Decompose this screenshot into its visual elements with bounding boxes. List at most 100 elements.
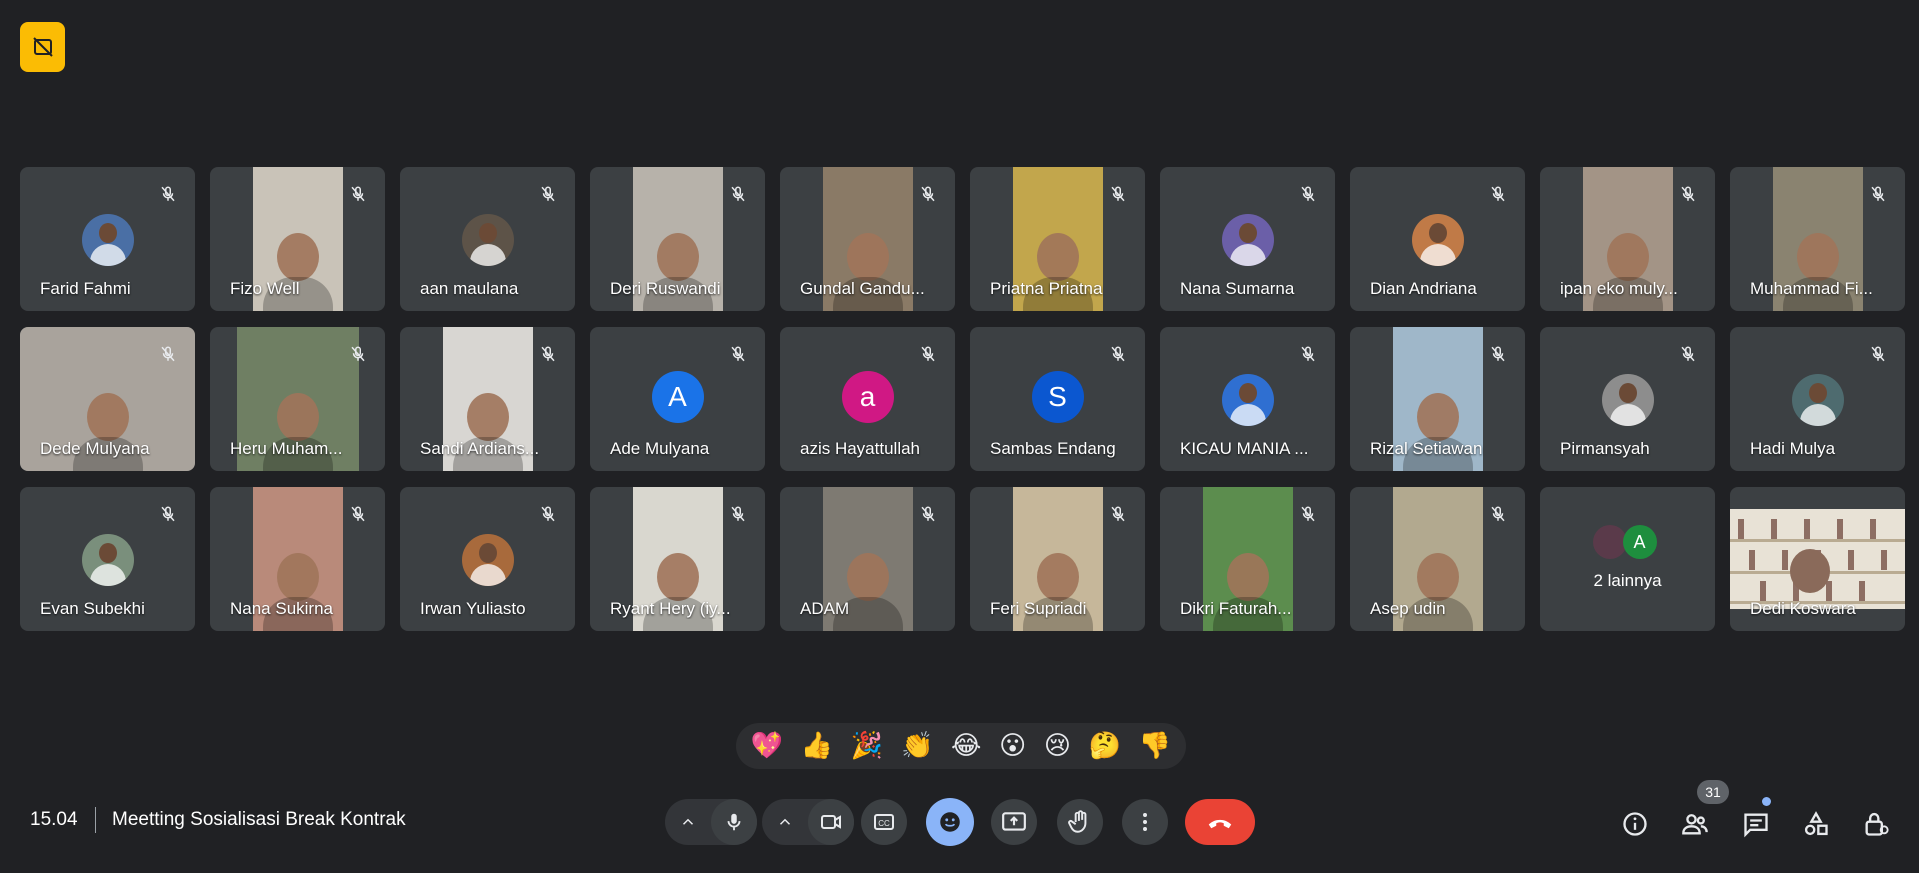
participant-tile[interactable]: Evan Subekhi [20,487,195,631]
participant-tile[interactable]: Asep udin [1350,487,1525,631]
more-options-icon [1143,813,1147,831]
reaction-button[interactable]: 🎉 [851,733,883,759]
reaction-button[interactable]: 👍 [801,733,833,759]
participant-tile[interactable]: Farid Fahmi [20,167,195,311]
mic-off-icon [729,505,747,523]
participant-name: Gundal Gandu... [800,279,925,298]
participant-tile[interactable]: Dian Andriana [1350,167,1525,311]
more-options-button[interactable] [1122,799,1168,845]
emoji-button[interactable] [926,798,974,846]
mic-off-icon [1679,345,1697,363]
camera-options-button[interactable] [762,799,808,845]
people-icon [1682,814,1708,835]
participant-tile[interactable]: A Ade Mulyana [590,327,765,471]
participant-tile[interactable]: Feri Supriadi [970,487,1145,631]
participant-tile[interactable]: aan maulana [400,167,575,311]
avatar [81,214,134,266]
participant-tile[interactable]: Nana Sukirna [210,487,385,631]
participant-tile[interactable]: Dede Mulyana [20,327,195,471]
avatar: A [1622,525,1657,559]
participant-name: azis Hayattullah [800,439,921,458]
mic-off-icon [729,345,747,363]
reaction-button[interactable]: 👏 [901,733,933,759]
participant-tile[interactable]: Muhammad Fi... [1730,167,1905,311]
participant-tile[interactable]: Dedi Koswara [1730,487,1905,631]
avatar [461,214,514,266]
video-feed [1730,509,1905,609]
reaction-button[interactable]: 😢 [1044,733,1071,759]
meeting-clock: 15.04 [30,809,78,830]
participant-tile[interactable]: Nana Sumarna [1160,167,1335,311]
reaction-button[interactable]: 😂 [951,733,981,759]
avatar [1791,374,1844,426]
participant-tile[interactable]: ipan eko muly... [1540,167,1715,311]
participant-tile[interactable]: Priatna Priatna [970,167,1145,311]
participant-name: Dedi Koswara [1750,599,1856,618]
raise-hand-button[interactable] [1057,799,1103,845]
participant-tile[interactable]: S Sambas Endang [970,327,1145,471]
participant-name: Pirmansyah [1560,439,1650,458]
mic-off-icon [539,185,557,203]
mic-button[interactable] [711,799,757,845]
reaction-button[interactable]: 👎 [1139,733,1171,759]
mic-icon [727,813,741,831]
participant-name: Dede Mulyana [40,439,150,458]
avatar [1221,214,1274,266]
participant-name: Farid Fahmi [40,279,131,298]
avatar [1601,374,1654,426]
avatar: a [841,371,894,423]
mic-options-button[interactable] [665,799,711,845]
meeting-title: Meetting Sosialisasi Break Kontrak [112,809,406,830]
reaction-button[interactable]: 🤔 [1089,733,1121,759]
camera-icon [821,815,841,829]
reaction-button[interactable]: 💖 [751,733,783,759]
participant-tile[interactable]: ADAM [780,487,955,631]
chat-icon [1744,813,1768,838]
activities-button[interactable] [1802,810,1830,838]
participant-name: Evan Subekhi [40,599,145,618]
host-controls-button[interactable] [1862,810,1890,838]
people-button[interactable] [1681,810,1709,838]
mic-off-icon [1679,185,1697,203]
present-screen-button[interactable] [991,799,1037,845]
participant-tile[interactable]: Irwan Yuliasto [400,487,575,631]
participant-tile[interactable]: Heru Muham... [210,327,385,471]
avatar: A [651,371,704,423]
participant-tile[interactable]: Sandi Ardians... [400,327,575,471]
participant-tile[interactable]: Dikri Faturah... [1160,487,1335,631]
mic-off-icon [1869,185,1887,203]
participant-tile[interactable]: a azis Hayattullah [780,327,955,471]
avatar [461,534,514,586]
participant-tile[interactable]: Fizo Well [210,167,385,311]
camera-button[interactable] [808,799,854,845]
participant-name: KICAU MANIA ... [1180,439,1309,458]
participant-tile[interactable]: Gundal Gandu... [780,167,955,311]
present-screen-icon [1002,812,1026,831]
meeting-info-button[interactable] [1621,810,1649,838]
mic-off-icon [1489,185,1507,203]
participant-tile[interactable]: Hadi Mulya [1730,327,1905,471]
participant-tile[interactable]: KICAU MANIA ... [1160,327,1335,471]
reaction-button[interactable]: 😮 [999,733,1026,759]
participant-tile[interactable]: A 2 lainnya [1540,487,1715,631]
participant-tile[interactable]: Ryant Hery (iy... [590,487,765,631]
mic-off-icon [1109,505,1127,523]
participant-name: Ade Mulyana [610,439,710,458]
captions-button[interactable]: CC [861,799,907,845]
end-call-icon [1208,819,1232,829]
participant-grid: Farid Fahmi Fizo Well aan maulana Deri Rusw… [20,167,1905,631]
host-controls-icon [1865,812,1889,836]
participant-tile[interactable]: Deri Ruswandi [590,167,765,311]
participant-tile[interactable]: Pirmansyah [1540,327,1715,471]
chat-button[interactable] [1742,810,1770,838]
participant-name: Rizal Setiawan [1370,439,1483,458]
camera-control-group [762,799,854,845]
mic-off-icon [159,505,177,523]
mic-off-icon [919,505,937,523]
mic-off-icon [539,505,557,523]
end-call-button[interactable] [1185,799,1255,845]
mic-off-icon [159,345,177,363]
mic-off-icon [1299,345,1317,363]
mic-off-icon [1489,345,1507,363]
participant-tile[interactable]: Rizal Setiawan [1350,327,1525,471]
